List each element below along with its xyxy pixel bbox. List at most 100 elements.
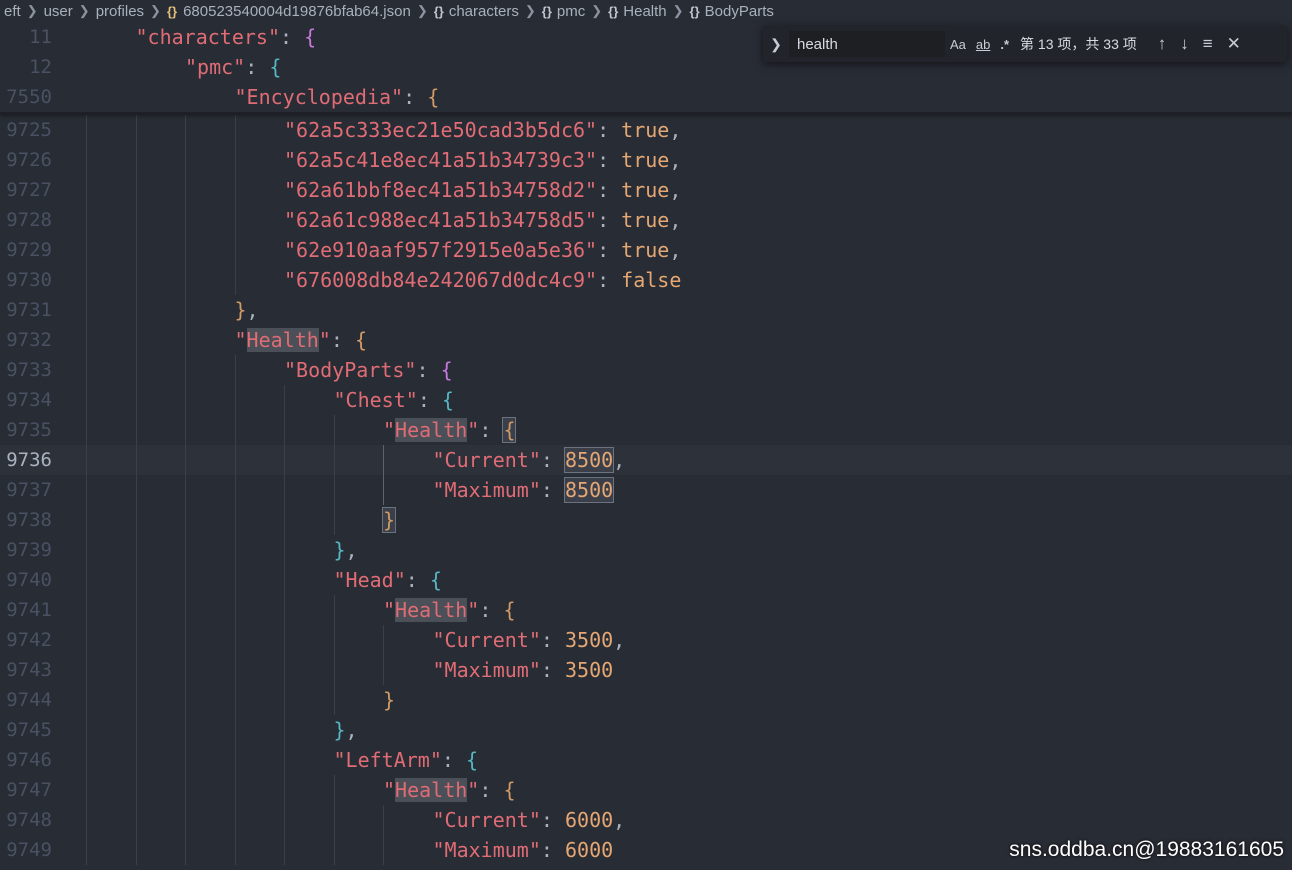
breadcrumb-item[interactable]: profiles [96,3,144,20]
next-match-arrow-down-icon[interactable]: ↓ [1180,34,1189,54]
breadcrumb-item[interactable]: {} characters [434,3,519,20]
indent-guide [135,715,137,745]
json-key-text: Current [444,808,529,832]
close-find-icon[interactable]: ✕ [1227,34,1241,54]
code-line[interactable]: 9740 "Head": { [0,565,1292,595]
breadcrumb-item[interactable]: {} Health [608,3,666,20]
json-key: "Current" [432,628,541,652]
breadcrumb-item[interactable]: {} pmc [542,3,585,20]
line-number: 9729 [6,239,52,261]
code-line[interactable]: 9746 "LeftArm": { [0,745,1292,775]
code-line[interactable]: 9737 "Maximum": 8500 [0,475,1292,505]
code-line[interactable]: 9739}, [0,535,1292,565]
line-number: 9746 [6,749,52,771]
chevron-right-icon: ❯ [78,3,90,18]
code-line[interactable]: 9743 "Maximum": 3500 [0,655,1292,685]
regex-toggle[interactable]: .* [1000,37,1009,52]
indent-guide [86,115,87,145]
code-line[interactable]: 9745}, [0,715,1292,745]
indent-guide [234,445,236,475]
json-open-brace: { [429,568,442,592]
code-line[interactable]: 9742 "Current": 3500, [0,625,1292,655]
breadcrumb-item[interactable]: {} BodyParts [690,3,774,20]
indent-guide [185,445,186,475]
json-key: "Health" [383,598,480,622]
code-line[interactable]: 9733 "BodyParts": { [0,355,1292,385]
indent-guide [234,775,236,805]
json-close-brace: } [333,538,346,562]
line-number: 9730 [6,269,52,291]
code-editor[interactable]: 9725 "62a5c333ec21e50cad3b5dc6": true, 972… [0,115,1292,870]
code-line[interactable]: 9744} [0,685,1292,715]
indent-guide [86,535,87,565]
breadcrumb-item[interactable]: {} 680523540004d19876bfab64.json [167,3,411,20]
indent-guide [185,535,186,565]
code-line[interactable]: 9741 "Health": { [0,595,1292,625]
chevron-right-icon: ❯ [150,3,161,18]
indent-guide [185,295,186,325]
indent-guide [284,565,285,595]
indent-guide [185,745,186,775]
indent-guide [86,655,87,685]
code-line[interactable]: 9734 "Chest": { [0,385,1292,415]
breadcrumb-item[interactable]: user [44,3,73,20]
indent-guide [284,445,285,475]
indent-guide [135,475,137,505]
indent-guide [185,265,186,295]
toggle-replace-chevron-icon[interactable]: ❯ [763,36,789,53]
chevron-right-icon: ❯ [524,3,536,18]
breadcrumb-item[interactable]: eft [4,3,21,20]
indent-guide [234,385,236,415]
indent-guide [185,415,186,445]
code-line[interactable]: 7550 "Encyclopedia": { [0,82,1292,112]
indent-guide [383,805,384,835]
code-line[interactable]: 9729 "62e910aaf957f2915e0a5e36": true, [0,235,1292,265]
watermark-text: sns.oddba.cn@19883161605 [1009,838,1284,861]
line-number: 9743 [6,659,52,681]
json-key: "Head" [333,568,406,592]
indent-guide [86,235,87,265]
match-case-toggle[interactable]: Aa [950,37,966,52]
breadcrumb: eft ❯ user ❯ profiles ❯ {} 680523540004d19876bf… [0,0,1292,22]
code-line[interactable]: 9730 "676008db84e242067d0dc4c9": false [0,265,1292,295]
code-line[interactable]: 9725 "62a5c333ec21e50cad3b5dc6": true, [0,115,1292,145]
breadcrumb-label: characters [448,2,519,20]
indent-guide [284,715,285,745]
indent-guide [284,475,285,505]
code-line[interactable]: 9735 "Health": { [0,415,1292,445]
indent-guide [185,775,186,805]
previous-match-arrow-up-icon[interactable]: ↑ [1158,34,1167,54]
code-line[interactable]: 9736 "Current": 8500, [0,445,1292,475]
indent-guide [185,235,186,265]
code-line[interactable]: 9731}, [0,295,1292,325]
json-key: "Maximum" [432,838,541,862]
json-file-icon: {} [166,3,178,19]
code-line[interactable]: 9748 "Current": 6000, [0,805,1292,835]
code-line[interactable]: 9732 "Health": { [0,325,1292,355]
indent-guide [135,415,137,445]
find-input[interactable] [789,31,945,57]
indent-guide [234,835,236,865]
json-key-text: 62a61bbf8ec41a51b34758d2 [296,178,586,202]
indent-guide [234,685,236,715]
indent-guide [234,265,236,295]
indent-guide [86,295,87,325]
code-line[interactable]: 9726 "62a5c41e8ec41a51b34739c3": true, [0,145,1292,175]
line-number: 9735 [6,419,52,441]
whole-word-toggle[interactable]: ab [976,37,990,52]
json-value: 3500 [564,628,614,652]
json-key-text: pmc [197,55,234,79]
indent-guide [333,475,335,505]
indent-guide [86,145,87,175]
indent-guide [284,775,285,805]
indent-guide [185,805,186,835]
indent-guide [383,625,384,655]
line-number: 7550 [6,86,52,108]
code-line[interactable]: 9738} [0,505,1292,535]
indent-guide [234,175,236,205]
code-line[interactable]: 9747 "Health": { [0,775,1292,805]
json-key: "62a61bbf8ec41a51b34758d2" [284,178,598,202]
find-in-selection-icon[interactable]: ≡ [1203,34,1213,54]
code-line[interactable]: 9727 "62a61bbf8ec41a51b34758d2": true, [0,175,1292,205]
code-line[interactable]: 9728 "62a61c988ec41a51b34758d5": true, [0,205,1292,235]
